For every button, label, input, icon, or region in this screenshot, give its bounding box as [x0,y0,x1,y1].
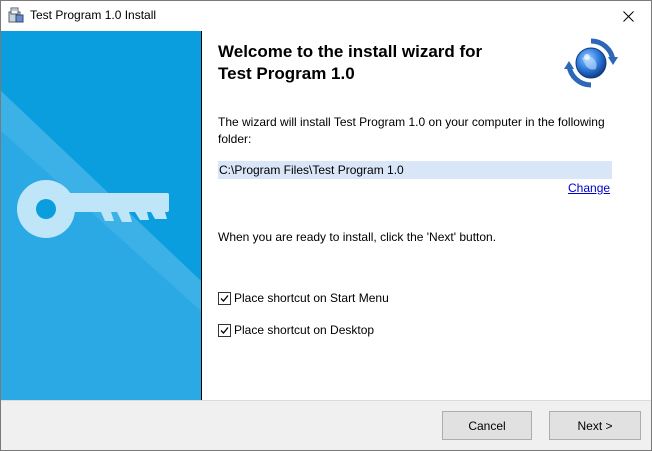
key-icon [1,91,201,400]
start-menu-shortcut-checkbox[interactable]: Place shortcut on Start Menu [218,290,389,306]
button-bar: Cancel Next > [1,400,651,450]
intro-text: The wizard will install Test Program 1.0… [218,115,605,146]
installer-window: Test Program 1.0 Install Welcome to the … [0,0,652,451]
checkbox-box[interactable] [218,323,231,337]
close-icon [622,10,634,22]
close-button[interactable] [605,1,651,31]
next-button[interactable]: Next > [549,411,641,440]
cancel-button[interactable]: Cancel [442,411,532,440]
refresh-globe-icon [561,33,621,93]
wizard-content: Welcome to the install wizard for Test P… [202,31,651,400]
window-title: Test Program 1.0 Install [30,8,157,22]
sidebar-banner [1,31,201,400]
page-title: Welcome to the install wizard for Test P… [218,42,483,83]
title-bar: Test Program 1.0 Install [1,1,651,31]
checkmark-icon [220,294,229,302]
installer-icon [7,6,25,24]
checkbox-box[interactable] [218,291,231,305]
checkmark-icon [220,326,229,334]
checkbox-label: Place shortcut on Start Menu [234,291,389,305]
checkbox-label: Place shortcut on Desktop [234,323,375,337]
desktop-shortcut-checkbox[interactable]: Place shortcut on Desktop [218,322,374,338]
install-folder-field[interactable]: C:\Program Files\Test Program 1.0 [218,161,612,179]
ready-instruction: When you are ready to install, click the… [218,230,497,244]
change-folder-link[interactable]: Change [568,181,610,195]
